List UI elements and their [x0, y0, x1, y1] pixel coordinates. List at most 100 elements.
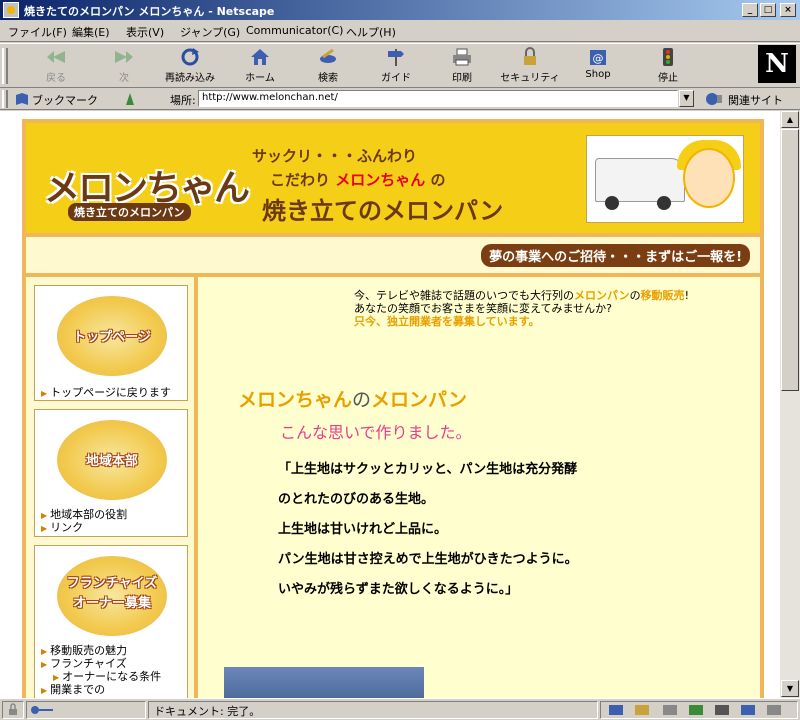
nav-top-box: トップページ トップページに戻ります — [34, 285, 188, 401]
close-button[interactable]: × — [780, 3, 796, 17]
quote-line: のとれたのびのある生地。 — [278, 492, 435, 507]
toolbar-grip[interactable] — [2, 48, 8, 84]
page-proxy-icon[interactable] — [122, 91, 138, 110]
scroll-up-button[interactable]: ▲ — [781, 111, 799, 128]
banner-brand-name: メロンちゃん — [335, 171, 426, 189]
bookmarks-button[interactable]: ブックマーク — [32, 92, 98, 108]
title-bar: 焼きたてのメロンパン メロンちゃん - Netscape _ □ × — [0, 0, 800, 20]
invitation-slogan[interactable]: 夢の事業へのご招待・・・まずはご一報を! — [481, 244, 750, 267]
forward-label: 次 — [119, 73, 129, 84]
home-button[interactable]: ホーム — [228, 47, 292, 84]
back-button[interactable]: 戻る — [24, 47, 88, 84]
security-button[interactable]: セキュリティ — [498, 47, 562, 84]
intro-text: 今、テレビや雑誌で話題のいつでも大行列のメロンパンの移動販売! あなたの笑顔でお… — [354, 289, 689, 328]
component-bar — [600, 701, 798, 719]
nav-franchise-picture-text-2: オーナー募集 — [72, 596, 151, 611]
nav-franchise-box: フランチャイズ オーナー募集 移動販売の魅力 フランチャイズ オーナーになる条件… — [34, 545, 188, 698]
header-banner: メロンちゃん 焼き立てのメロンパン サックリ・・・ふんわり こだわり メロンちゃ… — [26, 123, 760, 233]
banner-brand-line: こだわり メロンちゃん の — [270, 169, 446, 190]
quote-line: いやみが残らずまた欲しくなるように。」 — [278, 582, 519, 597]
svg-text:@: @ — [593, 52, 604, 65]
bookmarks-icon[interactable] — [14, 91, 30, 110]
status-message: ドキュメント: 完了。 — [154, 705, 261, 718]
scroll-down-button[interactable]: ▼ — [781, 680, 799, 697]
security-status-icon[interactable] — [2, 701, 24, 719]
print-button[interactable]: 印刷 — [430, 47, 494, 84]
slogan-strip: 夢の事業へのご招待・・・まずはご一報を! — [26, 237, 760, 273]
lock-icon — [519, 47, 541, 67]
main-content: 今、テレビや雑誌で話題のいつでも大行列のメロンパンの移動販売! あなたの笑顔でお… — [198, 277, 760, 698]
heading-no: の — [352, 389, 372, 411]
banner-line2-suffix: の — [430, 171, 446, 189]
status-bar: ドキュメント: 完了。 — [0, 698, 800, 720]
related-sites-button[interactable]: 関連サイト — [728, 92, 783, 108]
back-label: 戻る — [46, 73, 66, 84]
menu-edit[interactable]: 編集(E) — [72, 24, 110, 40]
forward-button[interactable]: 次 — [92, 47, 156, 84]
minimize-button[interactable]: _ — [742, 3, 758, 17]
sidebar: トップページ トップページに戻ります 地域本部 地域本部の役割 リンク フランチ… — [26, 277, 194, 698]
back-arrow-icon — [45, 47, 67, 67]
heading-melonpan: メロンパン — [371, 389, 467, 411]
related-icon[interactable] — [704, 91, 724, 110]
vertical-scrollbar[interactable]: ▲ ▼ — [780, 111, 800, 698]
shop-icon: @ — [587, 47, 609, 67]
progress-bar — [26, 701, 146, 719]
van-wheel — [657, 196, 671, 210]
stop-button[interactable]: 停止 — [636, 47, 700, 84]
van-wheel — [605, 196, 619, 210]
menu-communicator[interactable]: Communicator(C) — [246, 24, 343, 37]
quote-line: 「上生地はサクッとカリッと、パン生地は充分発酵 — [278, 462, 578, 477]
section-subheading: こんな思いで作りました。 — [280, 423, 472, 442]
menu-help[interactable]: ヘルプ(H) — [346, 24, 396, 40]
intro-line-3: 只今、独立開業者を募集しています。 — [354, 315, 540, 328]
guide-button[interactable]: ガイド — [364, 47, 428, 84]
nav-link-top[interactable]: トップページに戻ります — [41, 384, 171, 400]
nav-franchise-picture-text-1: フランチャイズ — [66, 576, 158, 591]
banner-line2-prefix: こだわり — [270, 171, 331, 189]
location-label: 場所: — [170, 94, 196, 107]
nav-link-until-opening[interactable]: 開業までの — [41, 681, 105, 697]
menu-view[interactable]: 表示(V) — [126, 24, 164, 40]
menu-bar: ファイル(F) 編集(E) 表示(V) ジャンプ(G) Communicator… — [0, 20, 800, 42]
nav-link-links[interactable]: リンク — [41, 519, 83, 535]
quote-line: 上生地は甘いけれど上品に。 — [278, 522, 448, 537]
url-dropdown-button[interactable]: ▼ — [679, 90, 694, 107]
print-label: 印刷 — [452, 73, 472, 84]
intro-line-1: 今、テレビや雑誌で話題のいつでも大行列のメロンパンの移動販売! — [354, 289, 689, 302]
van-image — [595, 158, 685, 202]
shop-button[interactable]: @ Shop — [566, 47, 630, 80]
intro-line-1-melonpan: メロンパン — [574, 289, 630, 302]
melonchan-logo[interactable]: メロンちゃん 焼き立てのメロンパン — [38, 141, 250, 221]
search-button[interactable]: 検索 — [296, 47, 360, 84]
netscape-logo[interactable]: N — [758, 45, 796, 83]
url-input[interactable]: http://www.melonchan.net/ — [198, 90, 678, 107]
guide-label: ガイド — [381, 73, 411, 84]
intro-line-1-no: の — [629, 289, 641, 302]
heading-brand: メロンちゃん — [238, 389, 353, 411]
philosophy-quote: 「上生地はサクッとカリッと、パン生地は充分発酵 のとれたのびのある生地。 上生地… — [278, 455, 578, 605]
truck-illustration — [586, 135, 744, 223]
shop-label: Shop — [585, 69, 611, 80]
menu-go[interactable]: ジャンプ(G) — [180, 24, 240, 40]
logo-subtitle: 焼き立てのメロンパン — [68, 203, 191, 221]
reload-button[interactable]: 再読み込み — [158, 47, 222, 84]
security-label: セキュリティ — [500, 73, 560, 84]
window-title: 焼きたてのメロンパン メロンちゃん - Netscape — [24, 5, 275, 18]
menu-file[interactable]: ファイル(F) — [8, 24, 67, 40]
reload-label: 再読み込み — [165, 73, 215, 84]
scroll-thumb[interactable] — [781, 129, 799, 391]
nav-regional-box: 地域本部 地域本部の役割 リンク — [34, 409, 188, 537]
page-frame: メロンちゃん 焼き立てのメロンパン サックリ・・・ふんわり こだわり メロンちゃ… — [22, 119, 764, 698]
home-icon — [249, 47, 271, 67]
location-grip[interactable] — [2, 90, 8, 108]
maximize-button[interactable]: □ — [760, 3, 776, 17]
nav-top-picture-text: トップページ — [73, 330, 151, 345]
guide-icon — [385, 47, 407, 67]
netscape-app-icon[interactable] — [3, 2, 19, 18]
stop-label: 停止 — [658, 73, 678, 84]
search-label: 検索 — [318, 73, 338, 84]
intro-line-1-end: ! — [684, 289, 689, 302]
content-photo — [224, 667, 424, 698]
search-icon — [317, 47, 339, 67]
